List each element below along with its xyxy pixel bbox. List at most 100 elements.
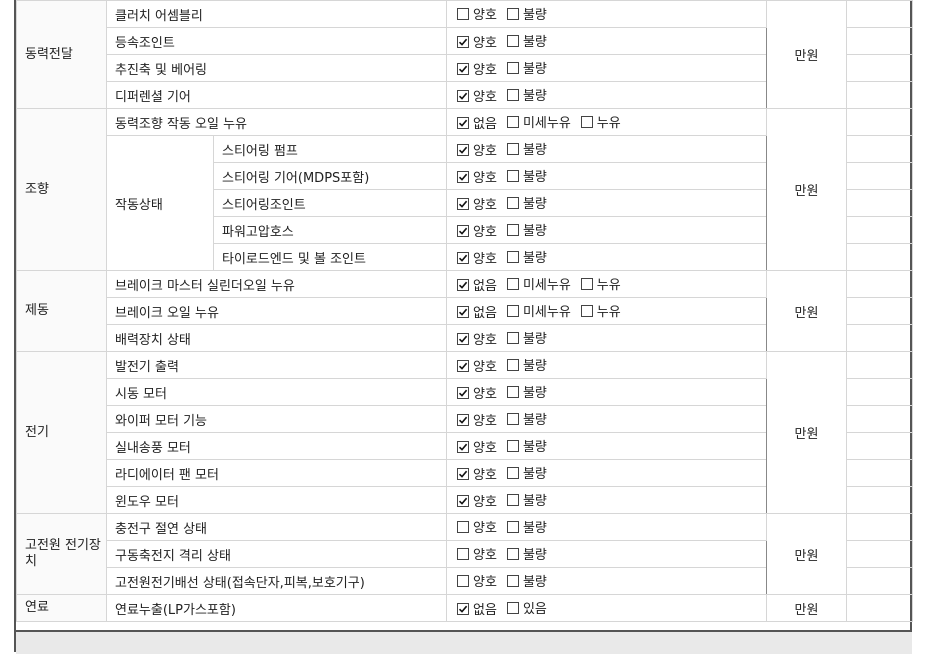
- checkbox-empty-icon[interactable]: [506, 574, 519, 587]
- checkbox-checked-icon[interactable]: [457, 170, 470, 183]
- option-2[interactable]: 누유: [580, 274, 621, 293]
- notes-cell[interactable]: [846, 486, 914, 514]
- notes-cell[interactable]: [846, 108, 914, 136]
- option-0[interactable]: 양호: [457, 248, 497, 267]
- option-1[interactable]: 불량: [506, 139, 547, 158]
- option-2[interactable]: 누유: [580, 112, 621, 131]
- checkbox-empty-icon[interactable]: [457, 574, 470, 587]
- option-0[interactable]: 없음: [457, 302, 497, 321]
- checkbox-empty-icon[interactable]: [506, 331, 519, 344]
- notes-cell[interactable]: [846, 54, 914, 82]
- option-0[interactable]: 양호: [457, 383, 497, 402]
- checkbox-empty-icon[interactable]: [506, 115, 519, 128]
- checkbox-empty-icon[interactable]: [580, 277, 593, 290]
- option-1[interactable]: 불량: [506, 193, 547, 212]
- notes-cell[interactable]: [846, 378, 914, 406]
- notes-cell[interactable]: [846, 243, 914, 271]
- option-1[interactable]: 불량: [506, 382, 547, 401]
- checkbox-checked-icon[interactable]: [457, 440, 470, 453]
- option-1[interactable]: 불량: [506, 490, 547, 509]
- checkbox-empty-icon[interactable]: [506, 223, 519, 236]
- notes-cell[interactable]: [846, 351, 914, 379]
- option-0[interactable]: 양호: [457, 4, 497, 23]
- option-1[interactable]: 미세누유: [506, 112, 571, 131]
- option-0[interactable]: 양호: [457, 571, 497, 590]
- checkbox-checked-icon[interactable]: [457, 278, 470, 291]
- checkbox-empty-icon[interactable]: [506, 250, 519, 263]
- checkbox-empty-icon[interactable]: [506, 34, 519, 47]
- checkbox-checked-icon[interactable]: [457, 602, 470, 615]
- option-0[interactable]: 양호: [457, 410, 497, 429]
- notes-cell[interactable]: [846, 459, 914, 487]
- notes-cell[interactable]: [846, 513, 914, 541]
- checkbox-empty-icon[interactable]: [506, 547, 519, 560]
- option-0[interactable]: 없음: [457, 275, 497, 294]
- option-1[interactable]: 있음: [506, 598, 547, 617]
- option-1[interactable]: 불량: [506, 247, 547, 266]
- option-1[interactable]: 불량: [506, 409, 547, 428]
- option-0[interactable]: 양호: [457, 356, 497, 375]
- option-1[interactable]: 불량: [506, 31, 547, 50]
- checkbox-empty-icon[interactable]: [506, 493, 519, 506]
- option-1[interactable]: 불량: [506, 571, 547, 590]
- notes-cell[interactable]: [846, 567, 914, 595]
- checkbox-empty-icon[interactable]: [457, 520, 470, 533]
- checkbox-empty-icon[interactable]: [580, 115, 593, 128]
- option-0[interactable]: 양호: [457, 544, 497, 563]
- option-1[interactable]: 불량: [506, 544, 547, 563]
- checkbox-empty-icon[interactable]: [506, 88, 519, 101]
- option-0[interactable]: 양호: [457, 32, 497, 51]
- checkbox-empty-icon[interactable]: [506, 385, 519, 398]
- checkbox-empty-icon[interactable]: [506, 601, 519, 614]
- checkbox-checked-icon[interactable]: [457, 89, 470, 102]
- checkbox-empty-icon[interactable]: [506, 520, 519, 533]
- checkbox-empty-icon[interactable]: [506, 196, 519, 209]
- notes-cell[interactable]: [846, 270, 914, 298]
- checkbox-checked-icon[interactable]: [457, 62, 470, 75]
- notes-cell[interactable]: [846, 297, 914, 325]
- notes-cell[interactable]: [846, 594, 914, 622]
- checkbox-empty-icon[interactable]: [506, 277, 519, 290]
- checkbox-empty-icon[interactable]: [506, 169, 519, 182]
- checkbox-checked-icon[interactable]: [457, 197, 470, 210]
- checkbox-checked-icon[interactable]: [457, 332, 470, 345]
- option-1[interactable]: 불량: [506, 328, 547, 347]
- checkbox-empty-icon[interactable]: [506, 304, 519, 317]
- checkbox-checked-icon[interactable]: [457, 359, 470, 372]
- checkbox-checked-icon[interactable]: [457, 413, 470, 426]
- notes-cell[interactable]: [846, 405, 914, 433]
- checkbox-empty-icon[interactable]: [506, 412, 519, 425]
- notes-cell[interactable]: [846, 0, 914, 28]
- option-0[interactable]: 양호: [457, 140, 497, 159]
- checkbox-checked-icon[interactable]: [457, 305, 470, 318]
- checkbox-empty-icon[interactable]: [457, 7, 470, 20]
- notes-cell[interactable]: [846, 216, 914, 244]
- option-1[interactable]: 불량: [506, 355, 547, 374]
- option-1[interactable]: 불량: [506, 166, 547, 185]
- checkbox-empty-icon[interactable]: [506, 358, 519, 371]
- option-2[interactable]: 누유: [580, 301, 621, 320]
- checkbox-checked-icon[interactable]: [457, 251, 470, 264]
- notes-cell[interactable]: [846, 432, 914, 460]
- notes-cell[interactable]: [846, 189, 914, 217]
- checkbox-checked-icon[interactable]: [457, 143, 470, 156]
- checkbox-empty-icon[interactable]: [506, 61, 519, 74]
- option-0[interactable]: 양호: [457, 221, 497, 240]
- option-0[interactable]: 양호: [457, 437, 497, 456]
- checkbox-empty-icon[interactable]: [506, 466, 519, 479]
- option-1[interactable]: 불량: [506, 58, 547, 77]
- notes-cell[interactable]: [846, 27, 914, 55]
- option-0[interactable]: 양호: [457, 167, 497, 186]
- option-1[interactable]: 불량: [506, 4, 547, 23]
- checkbox-checked-icon[interactable]: [457, 35, 470, 48]
- option-0[interactable]: 없음: [457, 113, 497, 132]
- checkbox-checked-icon[interactable]: [457, 224, 470, 237]
- option-0[interactable]: 양호: [457, 194, 497, 213]
- notes-cell[interactable]: [846, 540, 914, 568]
- option-0[interactable]: 양호: [457, 59, 497, 78]
- checkbox-empty-icon[interactable]: [580, 304, 593, 317]
- option-0[interactable]: 양호: [457, 329, 497, 348]
- notes-cell[interactable]: [846, 135, 914, 163]
- option-0[interactable]: 양호: [457, 491, 497, 510]
- checkbox-empty-icon[interactable]: [457, 547, 470, 560]
